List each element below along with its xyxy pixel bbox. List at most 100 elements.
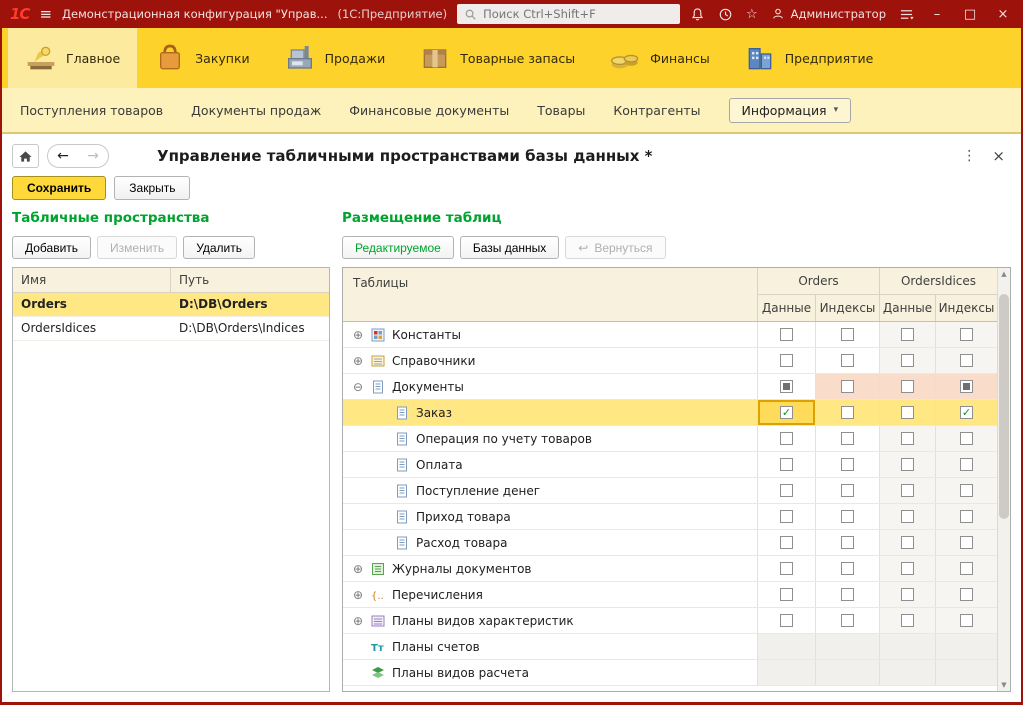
empty-checkbox[interactable] bbox=[841, 510, 854, 523]
remove-button[interactable]: Удалить bbox=[183, 236, 256, 259]
checkbox-cell[interactable] bbox=[935, 374, 997, 399]
checkbox-cell[interactable] bbox=[757, 582, 815, 607]
maximize-button[interactable]: □ bbox=[960, 7, 980, 22]
empty-checkbox[interactable] bbox=[841, 406, 854, 419]
checkbox-cell[interactable] bbox=[815, 426, 879, 451]
editable-toggle-button[interactable]: Редактируемое bbox=[342, 236, 454, 259]
checkbox-cell[interactable] bbox=[757, 348, 815, 373]
empty-checkbox[interactable] bbox=[960, 354, 973, 367]
empty-checkbox[interactable] bbox=[960, 484, 973, 497]
checkbox-cell[interactable] bbox=[757, 504, 815, 529]
ribbon-section-sales[interactable]: Продажи bbox=[267, 28, 403, 88]
checkbox-cell[interactable] bbox=[879, 322, 935, 347]
checkbox-cell[interactable] bbox=[815, 400, 879, 425]
checkbox-cell[interactable] bbox=[935, 608, 997, 633]
checkbox-cell[interactable] bbox=[879, 608, 935, 633]
main-menu-icon[interactable]: ≡ bbox=[39, 5, 52, 23]
empty-checkbox[interactable] bbox=[901, 432, 914, 445]
checkbox-cell[interactable] bbox=[757, 478, 815, 503]
table-tree-row[interactable]: Тт Планы счетов bbox=[343, 634, 997, 660]
checkbox-cell[interactable] bbox=[757, 608, 815, 633]
expand-icon[interactable]: ⊕ bbox=[351, 562, 365, 576]
empty-checkbox[interactable] bbox=[841, 458, 854, 471]
checkbox-cell[interactable] bbox=[815, 478, 879, 503]
empty-checkbox[interactable] bbox=[901, 588, 914, 601]
checkbox-cell[interactable] bbox=[815, 608, 879, 633]
checkbox-cell[interactable] bbox=[879, 426, 935, 451]
checkbox-cell[interactable] bbox=[935, 322, 997, 347]
search-input[interactable] bbox=[483, 7, 673, 21]
checkbox-cell[interactable] bbox=[935, 530, 997, 555]
empty-checkbox[interactable] bbox=[901, 406, 914, 419]
tablespace-row[interactable]: OrdersIdices D:\DB\Orders\Indices bbox=[13, 317, 329, 341]
checkbox-cell[interactable] bbox=[815, 504, 879, 529]
checkbox-cell[interactable] bbox=[815, 556, 879, 581]
checkbox-cell[interactable] bbox=[879, 348, 935, 373]
checked-checkbox[interactable]: ✓ bbox=[780, 406, 793, 419]
databases-toggle-button[interactable]: Базы данных bbox=[459, 236, 560, 259]
empty-checkbox[interactable] bbox=[901, 510, 914, 523]
table-tree-row[interactable]: Приход товара bbox=[343, 504, 997, 530]
global-search[interactable] bbox=[457, 4, 680, 24]
empty-checkbox[interactable] bbox=[901, 380, 914, 393]
history-clock-icon[interactable] bbox=[718, 7, 733, 22]
ribbon-section-purchases[interactable]: Закупки bbox=[137, 28, 266, 88]
checkbox-cell[interactable] bbox=[935, 426, 997, 451]
empty-checkbox[interactable] bbox=[841, 562, 854, 575]
ribbon-section-main[interactable]: Главное bbox=[8, 28, 138, 88]
add-button[interactable]: Добавить bbox=[12, 236, 92, 259]
checkbox-cell[interactable] bbox=[815, 322, 879, 347]
close-button[interactable]: × bbox=[993, 7, 1013, 22]
checkbox-cell[interactable] bbox=[879, 478, 935, 503]
indeterminate-checkbox[interactable] bbox=[780, 380, 793, 393]
empty-checkbox[interactable] bbox=[960, 458, 973, 471]
empty-checkbox[interactable] bbox=[960, 328, 973, 341]
empty-checkbox[interactable] bbox=[901, 354, 914, 367]
empty-checkbox[interactable] bbox=[780, 484, 793, 497]
checkbox-cell[interactable] bbox=[879, 530, 935, 555]
table-tree-row[interactable]: Поступление денег bbox=[343, 478, 997, 504]
table-tree-row[interactable]: Заказ ✓ ✓ bbox=[343, 400, 997, 426]
checkbox-cell[interactable] bbox=[879, 400, 935, 425]
empty-checkbox[interactable] bbox=[960, 536, 973, 549]
empty-checkbox[interactable] bbox=[901, 536, 914, 549]
empty-checkbox[interactable] bbox=[841, 354, 854, 367]
checkbox-cell[interactable]: ✓ bbox=[757, 400, 815, 425]
checkbox-cell[interactable] bbox=[757, 374, 815, 399]
table-tree-row[interactable]: ⊕ {..} Перечисления bbox=[343, 582, 997, 608]
checkbox-cell[interactable] bbox=[879, 582, 935, 607]
more-menu-icon[interactable]: ⋮ bbox=[962, 148, 976, 164]
save-button[interactable]: Сохранить bbox=[12, 176, 107, 200]
notifications-bell-icon[interactable] bbox=[690, 7, 705, 22]
back-arrow-icon[interactable]: ← bbox=[48, 148, 78, 164]
empty-checkbox[interactable] bbox=[841, 432, 854, 445]
expand-icon[interactable]: ⊕ bbox=[351, 328, 365, 342]
empty-checkbox[interactable] bbox=[901, 484, 914, 497]
checkbox-cell[interactable] bbox=[935, 348, 997, 373]
empty-checkbox[interactable] bbox=[960, 562, 973, 575]
collapse-icon[interactable]: ⊖ bbox=[351, 380, 365, 394]
subnav-goods[interactable]: Товары bbox=[537, 103, 585, 118]
checkbox-cell[interactable] bbox=[879, 556, 935, 581]
empty-checkbox[interactable] bbox=[901, 614, 914, 627]
empty-checkbox[interactable] bbox=[780, 328, 793, 341]
ribbon-section-enterprise[interactable]: Предприятие bbox=[727, 28, 891, 88]
empty-checkbox[interactable] bbox=[841, 588, 854, 601]
empty-checkbox[interactable] bbox=[780, 510, 793, 523]
current-user[interactable]: Администратор bbox=[771, 7, 886, 21]
empty-checkbox[interactable] bbox=[780, 432, 793, 445]
empty-checkbox[interactable] bbox=[841, 484, 854, 497]
ribbon-section-finance[interactable]: Финансы bbox=[592, 28, 727, 88]
empty-checkbox[interactable] bbox=[960, 510, 973, 523]
checkbox-cell[interactable] bbox=[935, 478, 997, 503]
close-form-button[interactable]: Закрыть bbox=[114, 176, 191, 200]
ribbon-section-inventory[interactable]: Товарные запасы bbox=[402, 28, 592, 88]
empty-checkbox[interactable] bbox=[780, 562, 793, 575]
tablespace-row[interactable]: Orders D:\DB\Orders bbox=[13, 293, 329, 317]
checkbox-cell[interactable] bbox=[815, 374, 879, 399]
empty-checkbox[interactable] bbox=[780, 354, 793, 367]
empty-checkbox[interactable] bbox=[960, 432, 973, 445]
empty-checkbox[interactable] bbox=[841, 380, 854, 393]
table-tree-row[interactable]: ⊕ Журналы документов bbox=[343, 556, 997, 582]
empty-checkbox[interactable] bbox=[780, 458, 793, 471]
